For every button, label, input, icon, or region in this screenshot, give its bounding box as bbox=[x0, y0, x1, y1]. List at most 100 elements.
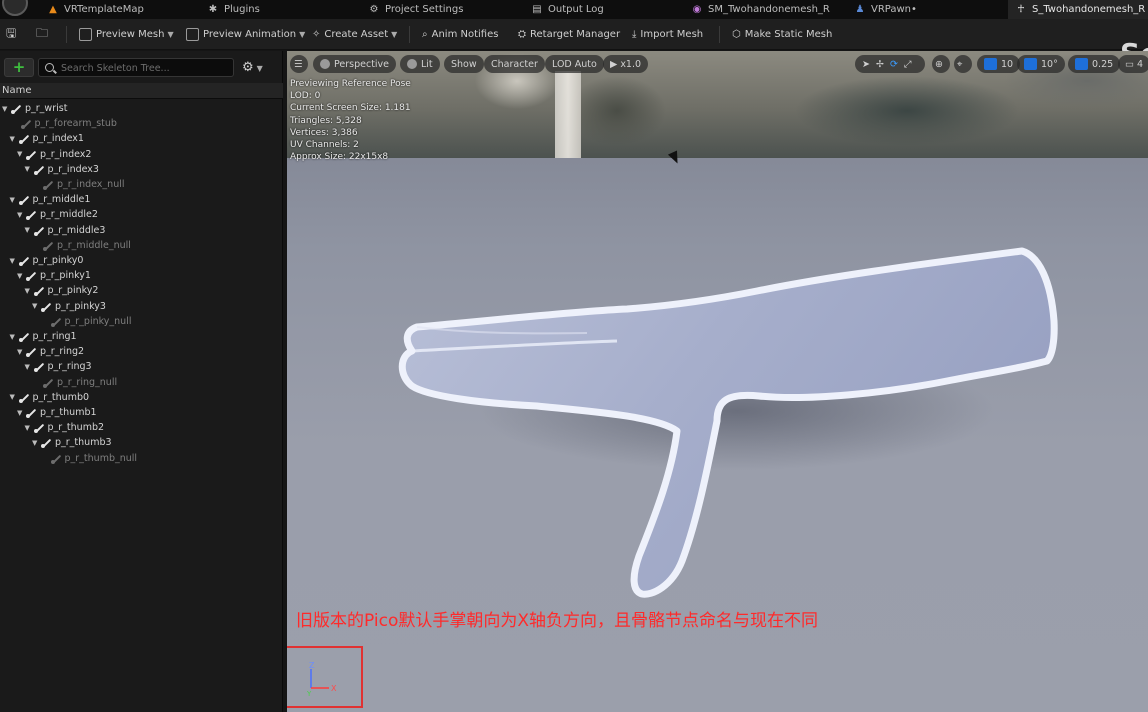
coordinate-space-button[interactable]: ⊕ bbox=[932, 55, 950, 73]
axis-gizmo: Z X Y bbox=[306, 661, 337, 698]
expand-arrow-icon[interactable]: ▼ bbox=[25, 363, 33, 371]
viewport-options-button[interactable]: ☰ bbox=[290, 55, 308, 73]
bone-row-p-r-pinky-null[interactable]: p_r_pinky_null bbox=[40, 314, 131, 329]
camera-speed-button[interactable]: ▭ 4 bbox=[1118, 55, 1148, 73]
expand-arrow-icon[interactable]: ▼ bbox=[25, 226, 33, 234]
expand-arrow-icon[interactable]: ▼ bbox=[10, 257, 18, 265]
bone-row-p-r-index3[interactable]: ▼ p_r_index3 bbox=[25, 162, 99, 177]
bone-row-p-r-thumb0[interactable]: ▼ p_r_thumb0 bbox=[10, 390, 89, 405]
preview-viewport[interactable]: ☰ Perspective Lit Show Character LOD Aut… bbox=[287, 51, 1148, 712]
anim-notifies-button[interactable]: ⌕ Anim Notifies bbox=[422, 25, 498, 44]
annotation-caption: 旧版本的Pico默认手掌朝向为X轴负方向，且骨骼节点命名与现在不同 bbox=[296, 611, 818, 631]
expand-arrow-icon[interactable]: ▼ bbox=[32, 302, 40, 310]
transform-tools-group[interactable]: ➤ ✢ ⟳ ⤢ bbox=[855, 55, 925, 73]
tab-vrpawn[interactable]: ♟ VRPawn• bbox=[855, 0, 917, 19]
bone-name: p_r_wrist bbox=[25, 103, 68, 114]
character-button[interactable]: Character bbox=[484, 55, 545, 73]
bone-icon bbox=[50, 453, 62, 464]
import-mesh-button[interactable]: ⤓ Import Mesh bbox=[632, 25, 703, 44]
bone-row-p-r-ring3[interactable]: ▼ p_r_ring3 bbox=[25, 359, 92, 374]
expand-arrow-icon[interactable]: ▼ bbox=[2, 105, 10, 113]
bone-row-p-r-index2[interactable]: ▼ p_r_index2 bbox=[17, 147, 91, 162]
create-asset-button[interactable]: ✧ Create Asset ▼ bbox=[312, 25, 397, 44]
tab-s-twohandonemesh-r[interactable]: ☥ S_Twohandonemesh_R bbox=[1008, 0, 1148, 19]
expand-arrow-icon[interactable]: ▼ bbox=[17, 150, 25, 158]
tab-sm-twohandonemesh-r[interactable]: ◉ SM_Twohandonemesh_R bbox=[692, 0, 830, 19]
bone-row-p-r-forearm-stub[interactable]: p_r_forearm_stub bbox=[10, 116, 117, 131]
bone-row-p-r-pinky3[interactable]: ▼ p_r_pinky3 bbox=[32, 299, 106, 314]
bone-row-p-r-thumb-null[interactable]: p_r_thumb_null bbox=[40, 451, 137, 466]
bone-name: p_r_index_null bbox=[57, 179, 125, 190]
stats-line: Triangles: 5,328 bbox=[290, 115, 362, 126]
save-button[interactable]: 🖫 bbox=[6, 25, 16, 44]
lod-button[interactable]: LOD Auto bbox=[545, 55, 604, 73]
skeleton-search-input[interactable] bbox=[61, 61, 231, 75]
bone-row-p-r-thumb1[interactable]: ▼ p_r_thumb1 bbox=[17, 405, 97, 420]
column-header-name[interactable]: Name bbox=[0, 83, 283, 99]
bone-row-p-r-wrist[interactable]: ▼ p_r_wrist bbox=[2, 101, 67, 116]
bone-row-p-r-middle1[interactable]: ▼ p_r_middle1 bbox=[10, 192, 90, 207]
expand-arrow-icon[interactable]: ▼ bbox=[17, 211, 25, 219]
bone-icon bbox=[43, 240, 54, 251]
bone-icon bbox=[26, 407, 37, 418]
bone-name: p_r_ring3 bbox=[47, 361, 92, 373]
bone-icon bbox=[43, 179, 54, 190]
unreal-logo-icon[interactable] bbox=[2, 0, 28, 16]
preview-animation-button[interactable]: Preview Animation ▼ bbox=[186, 25, 305, 44]
bone-name: p_r_middle3 bbox=[47, 224, 106, 236]
retarget-manager-button[interactable]: ⛭ Retarget Manager bbox=[518, 25, 620, 44]
anim-notifies-icon: ⌕ bbox=[422, 29, 428, 40]
rotation-snap-button[interactable]: 10° bbox=[1017, 55, 1065, 73]
bone-row-p-r-ring2[interactable]: ▼ p_r_ring2 bbox=[17, 344, 84, 359]
axis-highlight-box: Z X Y bbox=[287, 646, 363, 708]
chevron-down-icon: ▼ bbox=[391, 30, 398, 39]
preview-animation-icon bbox=[186, 28, 199, 41]
bone-row-p-r-ring1[interactable]: ▼ p_r_ring1 bbox=[10, 329, 77, 344]
expand-arrow-icon[interactable]: ▼ bbox=[17, 272, 25, 280]
rotate-icon: ⟳ bbox=[889, 58, 898, 70]
perspective-button[interactable]: Perspective bbox=[313, 55, 397, 73]
bone-row-p-r-index1[interactable]: ▼ p_r_index1 bbox=[10, 131, 84, 146]
expand-arrow-icon[interactable]: ▼ bbox=[32, 439, 40, 447]
tab-output-log[interactable]: ▤ Output Log bbox=[532, 0, 604, 19]
tree-options-button[interactable]: ⚙ ▼ bbox=[242, 59, 272, 76]
bone-row-p-r-middle2[interactable]: ▼ p_r_middle2 bbox=[17, 207, 98, 222]
bone-row-p-r-ring-null[interactable]: p_r_ring_null bbox=[32, 375, 117, 390]
bone-row-p-r-middle-null[interactable]: p_r_middle_null bbox=[32, 238, 131, 253]
blueprint-icon: ♟ bbox=[855, 3, 865, 15]
expand-arrow-icon[interactable]: ▼ bbox=[25, 287, 33, 295]
lit-button[interactable]: Lit bbox=[400, 55, 440, 73]
grid-snap-button[interactable]: 10 bbox=[977, 55, 1021, 73]
bone-row-p-r-pinky2[interactable]: ▼ p_r_pinky2 bbox=[25, 283, 98, 298]
bone-row-p-r-pinky1[interactable]: ▼ p_r_pinky1 bbox=[17, 268, 91, 283]
expand-arrow-icon[interactable]: ▼ bbox=[10, 135, 18, 143]
expand-arrow-icon[interactable]: ▼ bbox=[25, 424, 33, 432]
tab-plugins[interactable]: ✱ Plugins bbox=[208, 0, 260, 19]
bone-row-p-r-middle3[interactable]: ▼ p_r_middle3 bbox=[25, 223, 106, 238]
bone-icon bbox=[33, 225, 45, 236]
expand-arrow-icon[interactable]: ▼ bbox=[10, 333, 18, 341]
expand-arrow-icon[interactable]: ▼ bbox=[17, 348, 25, 356]
expand-arrow-icon[interactable]: ▼ bbox=[17, 409, 25, 417]
bone-row-p-r-thumb2[interactable]: ▼ p_r_thumb2 bbox=[25, 420, 104, 435]
lit-sphere-icon bbox=[407, 59, 417, 69]
surface-snap-button[interactable]: ⌖ bbox=[954, 55, 972, 73]
bone-icon bbox=[33, 164, 45, 175]
bone-row-p-r-index-null[interactable]: p_r_index_null bbox=[32, 177, 125, 192]
play-speed-button[interactable]: ▶ x1.0 bbox=[603, 55, 649, 73]
show-button[interactable]: Show bbox=[444, 55, 484, 73]
skeleton-search-box[interactable] bbox=[38, 58, 234, 77]
bone-row-p-r-pinky0[interactable]: ▼ p_r_pinky0 bbox=[10, 253, 83, 268]
preview-mesh-icon bbox=[79, 28, 92, 41]
preview-mesh-button[interactable]: Preview Mesh ▼ bbox=[79, 25, 174, 44]
expand-arrow-icon[interactable]: ▼ bbox=[10, 196, 18, 204]
bone-row-p-r-thumb3[interactable]: ▼ p_r_thumb3 bbox=[32, 435, 112, 450]
expand-arrow-icon[interactable]: ▼ bbox=[10, 393, 18, 401]
tab-project-settings[interactable]: ⚙ Project Settings bbox=[369, 0, 464, 19]
scale-snap-button[interactable]: 0.25 bbox=[1068, 55, 1121, 73]
make-static-mesh-button[interactable]: ⬡ Make Static Mesh bbox=[732, 25, 832, 44]
add-socket-button[interactable]: + bbox=[4, 58, 34, 77]
browse-asset-button[interactable]: 🗀 bbox=[36, 25, 48, 44]
expand-arrow-icon[interactable]: ▼ bbox=[25, 165, 33, 173]
tab-vrtemplatemap[interactable]: ▲ VRTemplateMap bbox=[48, 0, 144, 19]
